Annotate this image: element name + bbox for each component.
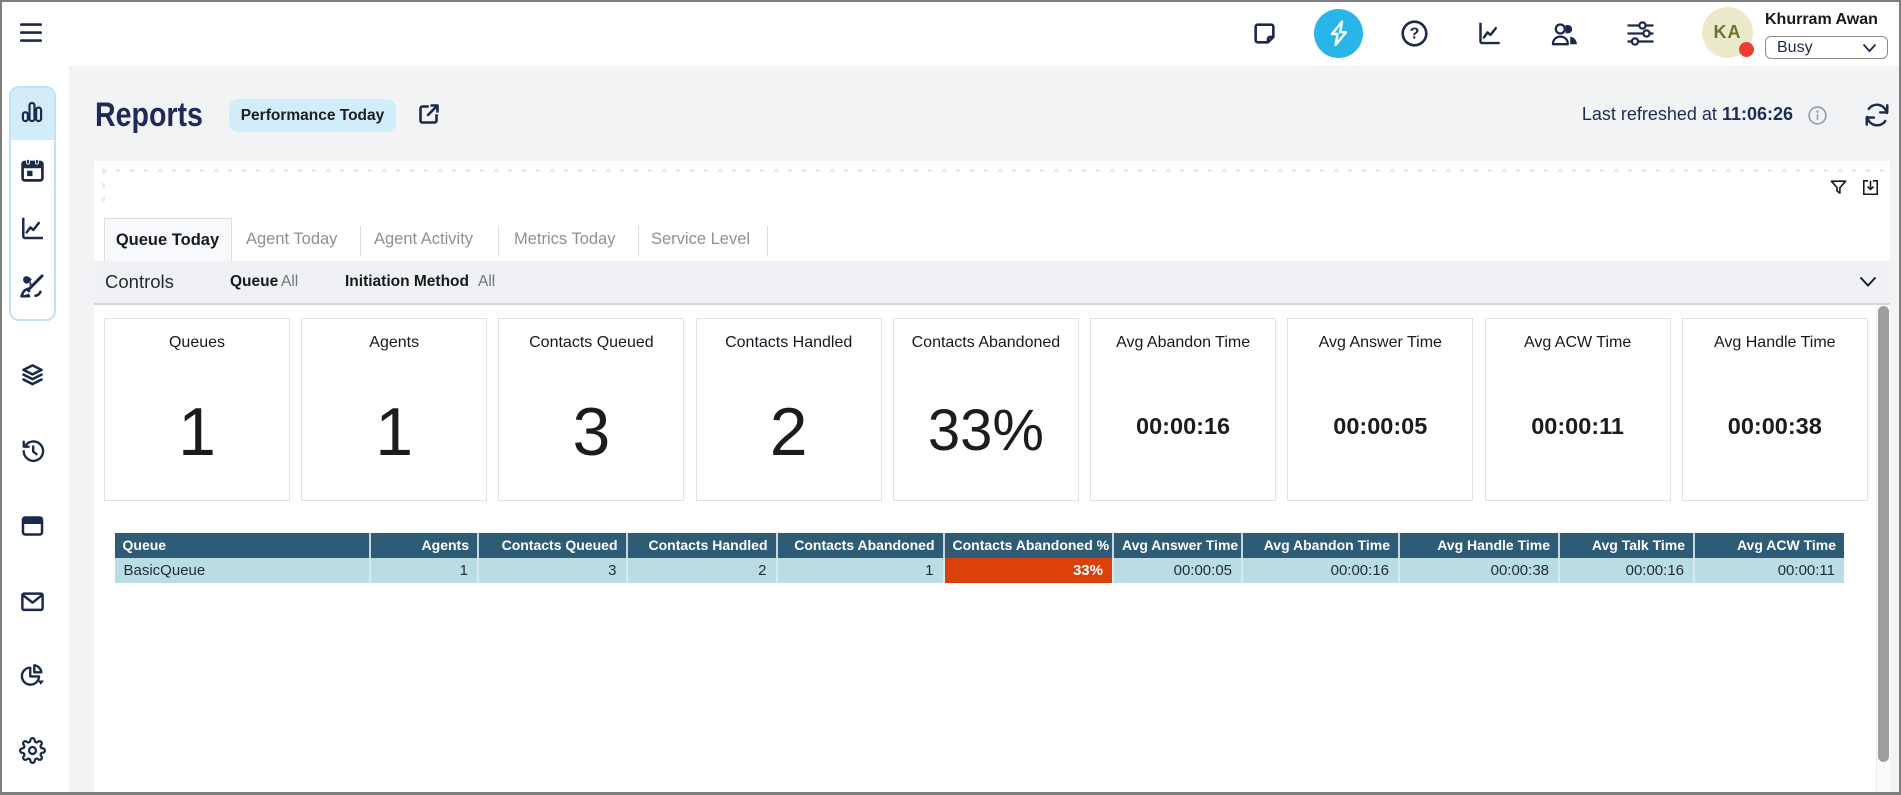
svg-text:?: ? xyxy=(1410,26,1420,43)
